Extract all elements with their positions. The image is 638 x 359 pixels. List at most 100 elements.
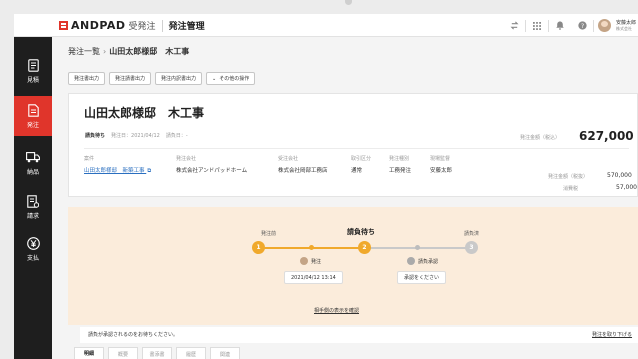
sidebar-item-order[interactable]: 発注 [14,96,52,136]
order-meta: 請負待ち 発注日：2021/04/12 請負日：- [85,132,188,139]
tab-details[interactable]: 明細 [74,347,104,359]
event-label: 請負承認 [418,258,439,265]
approval-request: 承認をください [397,271,447,284]
brand-divider [161,19,163,32]
info-label: 発注会社 [176,156,197,162]
event-order: 発注 [300,257,321,265]
andpad-logo-icon [59,21,68,30]
camera-notch [345,0,352,5]
info-case: 案件 山田太郎様邸 新築工事 ⧉ [84,155,151,175]
net-amount-label: 発注金額（税抜） [548,174,589,180]
invoice-icon [26,194,40,208]
brand-area: ANDPAD 受発注 発注管理 [59,14,205,37]
user-name: 安藤太郎 [616,20,637,26]
tax-label: 消費税 [563,186,579,192]
order-amount-label: 発注金額（税込） [520,135,561,141]
event-timestamp: 2021/04/12 13:14 [284,271,343,284]
sidebar-item-label: 請求 [26,213,39,220]
avatar [300,257,308,265]
progress-panel: 発注前 請負待ち 請負済 1 2 3 発注 2021/04/12 13:14 請… [68,207,638,325]
info-value: 株式会社岡部工務店 [278,168,328,174]
user-avatar[interactable] [598,19,611,32]
sidebar-item-payment[interactable]: 支払 [14,229,52,269]
switch-icon[interactable] [503,14,525,37]
chevron-down-icon: ⌄ [212,75,217,82]
user-menu[interactable]: 安藤太郎 株式会社 [616,19,638,32]
tab-overview[interactable]: 概要 [108,347,138,359]
app-title: 発注管理 [168,22,205,32]
app-window: ANDPAD 受発注 発注管理 ? 安藤太郎 株式会社 見積 発注 納品 請求 … [14,14,638,359]
breadcrumb-separator: › [103,46,107,56]
info-value: 工務発注 [389,168,412,174]
export-order-button[interactable]: 発注書出力 [68,72,106,85]
sidebar-item-estimate[interactable]: 見積 [14,51,52,91]
order-date: 発注日：2021/04/12 [111,133,160,139]
svg-text:?: ? [580,23,583,30]
info-supervisor: 現場監督 安藤太郎 [430,155,452,174]
event-dot [309,245,314,250]
step-circle: 2 [358,241,371,254]
step-label: 請負済 [464,231,480,237]
info-value: 通常 [351,168,363,174]
breadcrumb: 発注一覧 › 山田太郎様邸 木工事 [68,44,189,58]
status-note: 請負が承認されるのをお待ちください。 発注を取り下げる [80,327,638,343]
info-label: 取引区分 [351,156,372,162]
step-circle: 1 [252,241,265,254]
tab-history[interactable]: 履歴 [176,347,206,359]
yen-icon [26,236,40,250]
sidebar-item-invoice[interactable]: 請求 [14,187,52,227]
sidebar-item-label: 支払 [26,255,39,262]
info-trade-type: 取引区分 通常 [351,155,371,174]
view-counterpart-link[interactable]: 相手側の表示を確認 [314,307,359,314]
export-breakdown-button[interactable]: 発注内訳書出力 [155,72,203,85]
order-amount: 627,000 円 [579,129,638,143]
card-divider [84,148,629,149]
breadcrumb-order-list[interactable]: 発注一覧 [68,46,100,57]
sidebar-item-label: 納品 [26,169,39,176]
event-dot [415,245,420,250]
page-title: 山田太郎様邸 木工事 [84,106,205,120]
action-toolbar: 発注書出力 発注請書出力 発注内訳書出力 ⌄ その他の操作 [68,72,256,85]
avatar [407,257,415,265]
top-bar: ANDPAD 受発注 発注管理 ? 安藤太郎 株式会社 [14,14,638,37]
estimate-icon [26,58,40,72]
main-content: 発注一覧 › 山田太郎様邸 木工事 発注書出力 発注請書出力 発注内訳書出力 ⌄… [52,37,638,359]
status-badge: 請負待ち [85,133,106,139]
brand-logo[interactable]: ANDPAD [71,19,126,32]
external-link-icon: ⧉ [147,168,152,174]
info-value: 安藤太郎 [430,168,453,174]
net-amount-value: 570,000 [607,172,632,179]
event-approval: 請負承認 [407,257,438,265]
bell-icon[interactable] [549,14,571,37]
info-order-type: 発注種別 工務発注 [389,155,411,174]
user-company: 株式会社 [616,26,632,31]
tab-related[interactable]: 関連 [210,347,240,359]
apps-grid-icon[interactable] [526,14,548,37]
info-receiving-company: 受注会社 株式会社岡部工務店 [278,155,328,174]
info-value: 株式会社アンドパッドホーム [176,168,248,174]
export-acceptance-button[interactable]: 発注請書出力 [109,72,152,85]
header-tools: ? 安藤太郎 株式会社 [503,14,638,37]
step-circle: 3 [465,241,478,254]
sidebar-item-label: 見積 [26,77,39,84]
detail-tabs: 明細 概要 書添書 履歴 関連 [74,347,240,359]
order-summary-card: 山田太郎様邸 木工事 請負待ち 発注日：2021/04/12 請負日：- 発注金… [68,93,638,197]
case-link[interactable]: 山田太郎様邸 新築工事 ⧉ [84,166,151,175]
tab-attachments[interactable]: 書添書 [142,347,172,359]
brand-product: 受発注 [128,22,156,32]
withdraw-order-link[interactable]: 発注を取り下げる [592,331,632,338]
header-divider [593,19,594,32]
order-icon [26,103,40,117]
sidebar-item-delivery[interactable]: 納品 [14,143,52,183]
step-label: 発注前 [261,231,277,237]
sidebar: 見積 発注 納品 請求 支払 [14,37,52,359]
more-actions-button[interactable]: ⌄ その他の操作 [206,72,256,85]
sidebar-item-label: 発注 [26,122,39,129]
more-actions-label: その他の操作 [219,76,250,82]
receipt-date: 請負日：- [165,133,188,139]
info-label: 受注会社 [278,156,299,162]
info-label: 発注種別 [389,156,410,162]
delivery-truck-icon [26,150,40,164]
note-text: 請負が承認されるのをお待ちください。 [88,332,179,338]
help-icon[interactable]: ? [571,14,593,37]
